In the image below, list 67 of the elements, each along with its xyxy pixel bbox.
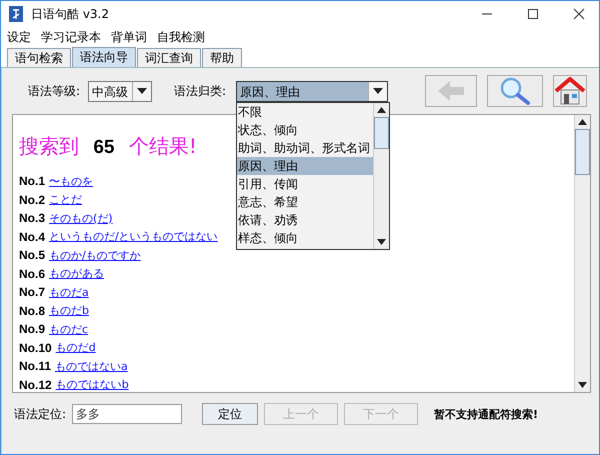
scrollbar-thumb[interactable]: [575, 129, 590, 175]
menu-item[interactable]: 自我检测: [157, 28, 205, 46]
close-icon[interactable]: [573, 8, 585, 20]
dropdown-option[interactable]: 意志、希望: [237, 192, 374, 210]
result-number: No.8: [19, 304, 46, 318]
result-count-heading: 搜索到 65 个结果!: [19, 133, 197, 160]
menu-item[interactable]: 设定: [7, 28, 31, 46]
caret-icon: [137, 88, 148, 94]
tab[interactable]: 词汇查询: [137, 48, 201, 67]
dropdown-option[interactable]: 引用、传闻: [237, 174, 374, 192]
result-number: No.12: [19, 378, 52, 392]
down-arrow-icon[interactable]: [377, 238, 386, 244]
scrollbar-thumb[interactable]: [374, 116, 390, 148]
dropdown-option[interactable]: 样态、倾向: [237, 228, 374, 246]
grammar-link[interactable]: そのもの(だ): [49, 210, 113, 226]
up-arrow-icon[interactable]: [377, 106, 386, 112]
grammar-locate-label: 语法定位:: [14, 406, 66, 422]
search-button[interactable]: [487, 75, 543, 107]
left-arrow-icon: [436, 79, 466, 103]
tab[interactable]: 帮助: [202, 48, 242, 67]
result-number: No.9: [19, 322, 46, 336]
grammar-link[interactable]: というものだ/というものではない: [49, 229, 218, 244]
result-number: No.2: [19, 192, 46, 207]
result-number: No.5: [19, 248, 46, 262]
window-title: 日语句酷 v3.2: [31, 6, 109, 22]
grammar-link[interactable]: 〜ものを: [49, 174, 94, 189]
result-number: No.1: [19, 174, 46, 188]
down-arrow-icon[interactable]: [578, 382, 587, 388]
grammar-link[interactable]: ものではないb: [56, 377, 129, 392]
search-icon: [498, 77, 532, 105]
maximize-icon[interactable]: [527, 8, 539, 20]
grammar-level-dropdown[interactable]: 中高级: [88, 80, 152, 102]
grammar-link[interactable]: ものがある: [49, 266, 104, 282]
result-number: No.11: [19, 359, 52, 374]
wildcard-note: 暂不支持通配符搜索!: [434, 406, 538, 422]
up-arrow-icon[interactable]: [578, 119, 587, 125]
grammar-link[interactable]: ものか/ものですか: [49, 248, 141, 263]
dropdown-option[interactable]: 助词、助动词、形式名词: [237, 138, 374, 156]
tab[interactable]: 语法向导: [72, 47, 136, 67]
dropdown-option[interactable]: 不限: [237, 102, 374, 120]
grammar-category-label: 语法归类:: [174, 82, 226, 100]
grammar-link[interactable]: ものだb: [49, 303, 89, 318]
locate-button[interactable]: 定位: [202, 403, 258, 425]
tab[interactable]: 语句检索: [7, 48, 71, 67]
dropdown-option[interactable]: 原因、理由: [237, 156, 374, 174]
grammar-link[interactable]: ものだa: [49, 284, 89, 300]
grammar-link[interactable]: ことだ: [49, 192, 82, 208]
grammar-level-label: 语法等级:: [28, 82, 80, 100]
locate-input-field[interactable]: 多多: [72, 404, 182, 424]
dropdown-option[interactable]: 依请、劝诱: [237, 210, 374, 228]
scrollbar[interactable]: [373, 102, 390, 248]
house-icon: [554, 77, 586, 105]
grammar-link[interactable]: ものだc: [49, 322, 88, 337]
menu-item[interactable]: 背单词: [111, 28, 147, 46]
result-number: No.7: [19, 285, 46, 300]
app-icon: [9, 6, 23, 22]
result-number: No.6: [19, 266, 46, 281]
scrollbar[interactable]: [574, 115, 590, 392]
grammar-link[interactable]: ものだd: [56, 340, 96, 356]
menu-item[interactable]: 学习记录本: [41, 28, 101, 46]
result-number: No.4: [19, 230, 46, 244]
home-button[interactable]: [553, 75, 587, 107]
result-number: No.3: [19, 211, 46, 226]
caret-icon: [373, 88, 384, 94]
dropdown-option[interactable]: 状态、倾向: [237, 120, 374, 138]
grammar-link[interactable]: ものではないa: [55, 358, 128, 374]
result-number: No.10: [19, 340, 52, 355]
